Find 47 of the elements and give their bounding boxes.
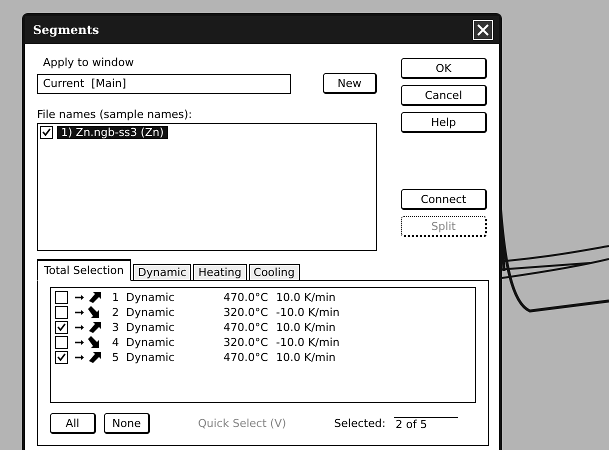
file-item[interactable]: 1) Zn.ngb-ss3 (Zn) — [57, 126, 168, 139]
segment-temperature: 320.0°C — [222, 306, 268, 319]
tab[interactable]: Heating — [193, 264, 247, 281]
dialog-button[interactable]: Cancel — [401, 85, 487, 106]
segment-temperature: 470.0°C — [222, 291, 268, 304]
segment-number: 3 — [112, 321, 120, 334]
checkbox[interactable] — [55, 351, 68, 364]
segment-number: 5 — [112, 351, 120, 364]
segment-type: Dynamic — [126, 321, 176, 334]
quick-select-label: Quick Select (V) — [198, 417, 286, 430]
segment-rate: -10.0 K/min — [275, 336, 341, 349]
all-button[interactable]: All — [50, 413, 96, 434]
segment-temperature: 470.0°C — [222, 321, 268, 334]
field-label: Apply to window — [42, 55, 135, 71]
window-title: Segments — [33, 23, 100, 37]
segment-rate: -10.0 K/min — [275, 306, 341, 319]
selected-label: Selected: — [334, 417, 386, 430]
checkbox[interactable] — [40, 126, 53, 139]
segment-type: Dynamic — [126, 291, 176, 304]
tab[interactable]: Total Selection — [37, 259, 131, 281]
segment-type: Dynamic — [126, 306, 176, 319]
dialog-button[interactable]: Connect — [401, 189, 487, 210]
dialog-button[interactable]: Help — [401, 112, 487, 133]
file-list[interactable]: 1) Zn.ngb-ss3 (Zn) — [37, 123, 377, 251]
segment-temperature: 320.0°C — [222, 336, 268, 349]
segment-number: 1 — [112, 291, 120, 304]
none-button[interactable]: None — [104, 413, 150, 434]
tab[interactable]: Cooling — [248, 264, 300, 281]
segment-rate: 10.0 K/min — [275, 291, 337, 304]
segment-number: 4 — [112, 336, 120, 349]
list-label: File names (sample names): — [37, 107, 194, 123]
tab[interactable]: Dynamic — [132, 264, 192, 281]
segment-type: Dynamic — [126, 336, 176, 349]
segment-rate: 10.0 K/min — [275, 321, 337, 334]
checkbox[interactable] — [55, 306, 68, 319]
segment-temperature: 470.0°C — [222, 351, 268, 364]
close-button[interactable] — [473, 20, 493, 40]
selected-count: 2 of 5 — [394, 416, 458, 430]
new-button[interactable]: New — [323, 73, 377, 94]
segment-number: 2 — [112, 306, 120, 319]
segment-type: Dynamic — [126, 351, 176, 364]
checkbox[interactable] — [55, 321, 68, 334]
checkbox[interactable] — [55, 336, 68, 349]
segment-rate: 10.0 K/min — [275, 351, 337, 364]
checkbox[interactable] — [55, 291, 68, 304]
window-field[interactable]: Current [Main] — [37, 74, 291, 94]
dialog-button[interactable]: OK — [401, 58, 487, 79]
